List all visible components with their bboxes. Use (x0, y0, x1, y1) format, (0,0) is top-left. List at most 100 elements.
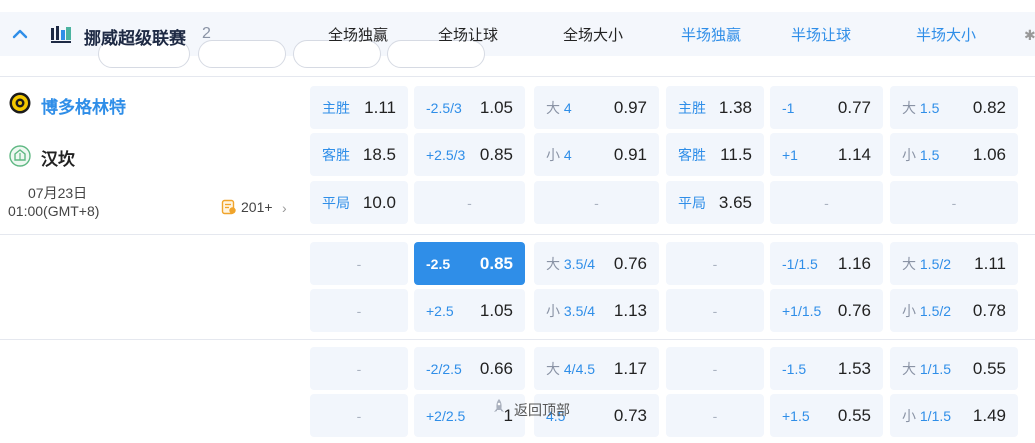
odds-cell-ht-over-under[interactable]: 小 1.5/2 0.78 (890, 289, 1018, 332)
col-header-ft-handicap: 全场让球 (437, 27, 498, 44)
odds-cell-ht-handicap[interactable]: +1.5 0.55 (770, 394, 883, 437)
over-under-marker: 大 (546, 360, 560, 377)
odds-cell-ft-1x2[interactable]: 客胜 18.5 (310, 133, 408, 176)
odds-value: 0.82 (972, 97, 1006, 117)
odds-value: 1.53 (837, 358, 871, 378)
odds-line-value: 1.5/2 (919, 255, 952, 272)
col-header-ht-1x2: 半场独赢 (680, 27, 741, 44)
odds-empty: - (712, 302, 718, 319)
odds-empty: - (712, 360, 718, 377)
odds-label: 平局 (678, 194, 706, 211)
odds-label: -1 (782, 99, 795, 116)
chevron-up-icon[interactable] (10, 24, 30, 44)
odds-cell-ht-over-under[interactable]: 大 1/1.5 0.55 (890, 347, 1018, 390)
away-team-name[interactable]: 汉坎 (41, 145, 75, 170)
odds-cell-ht-handicap[interactable]: +1 1.14 (770, 133, 883, 176)
match-time: 01:00(GMT+8) (8, 203, 100, 219)
over-under-marker: 小 (546, 146, 560, 163)
odds-line-label: 小 1/1.5 (902, 406, 951, 426)
odds-value: 3.65 (718, 192, 752, 212)
market-list-icon[interactable] (221, 199, 237, 215)
odds-line-value: 1.5 (919, 99, 940, 116)
odds-empty: - (467, 194, 472, 211)
odds-cell-ft-handicap[interactable]: -2.5/3 1.05 (414, 86, 525, 129)
odds-value: 0.97 (613, 97, 647, 117)
odds-line-label: 大 1.5 (902, 98, 939, 118)
odds-cell-ft-over-under[interactable]: 大 4 0.97 (534, 86, 659, 129)
odds-line-label: 大 4/4.5 (546, 359, 595, 379)
odds-cell-ft-over-under[interactable]: 小 3.5/4 1.13 (534, 289, 659, 332)
gear-icon[interactable]: ✱ (1024, 27, 1035, 44)
over-under-marker: 小 (902, 146, 916, 163)
match-date: 07月23日 (28, 185, 88, 201)
odds-empty: - (356, 360, 362, 377)
odds-value: 1.11 (974, 253, 1006, 273)
odds-cell-ht-1x2: - (666, 347, 764, 390)
odds-value: 1.05 (479, 97, 513, 117)
odds-label: -2.5/3 (426, 99, 462, 116)
odds-cell-ft-handicap[interactable]: +2.5 1.05 (414, 289, 525, 332)
odds-label: -1/1.5 (782, 255, 818, 272)
row-group-divider (0, 234, 1035, 235)
odds-cell-ft-1x2: - (310, 347, 408, 390)
home-team-name[interactable]: 博多格林特 (41, 93, 126, 118)
col-header-ft-1x2: 全场独赢 (327, 27, 388, 44)
odds-cell-ht-handicap[interactable]: -1 0.77 (770, 86, 883, 129)
odds-value: 0.85 (479, 253, 513, 273)
over-under-marker: 小 (546, 302, 560, 319)
odds-cell-ft-1x2[interactable]: 平局 10.0 (310, 181, 408, 224)
odds-cell-ht-handicap[interactable]: -1/1.5 1.16 (770, 242, 883, 285)
over-under-marker: 大 (902, 360, 916, 377)
odds-value: 1.14 (837, 144, 871, 164)
odds-line-label: 小 1.5 (902, 145, 939, 165)
haugesund-badge-icon (9, 145, 31, 167)
odds-label: +1 (782, 146, 798, 163)
odds-label: -2/2.5 (426, 360, 462, 377)
filter-pill[interactable] (198, 40, 286, 68)
odds-cell-ht-over-under[interactable]: 小 1/1.5 1.49 (890, 394, 1018, 437)
odds-cell-ht-over-under[interactable]: 大 1.5 0.82 (890, 86, 1018, 129)
odds-cell-ft-handicap[interactable]: -2.5 0.85 (414, 242, 525, 285)
col-header-ht-over-under: 半场大小 (915, 27, 976, 44)
odds-label: 主胜 (322, 99, 350, 116)
league-name[interactable]: 挪威超级联赛 (84, 24, 186, 49)
odds-cell-ht-over-under[interactable]: 大 1.5/2 1.11 (890, 242, 1018, 285)
odds-cell-ht-over-under: - (890, 181, 1018, 224)
odds-label: 平局 (322, 194, 350, 211)
odds-empty: - (712, 407, 718, 424)
odds-cell-ft-1x2[interactable]: 主胜 1.11 (310, 86, 408, 129)
league-match-count: 2 (202, 25, 211, 42)
odds-cell-ht-1x2[interactable]: 主胜 1.38 (666, 86, 764, 129)
more-markets-count[interactable]: 201+ (241, 199, 273, 215)
over-under-marker: 大 (546, 255, 560, 272)
odds-cell-ft-over-under[interactable]: 大 3.5/4 0.76 (534, 242, 659, 285)
odds-value: 1.17 (613, 358, 647, 378)
odds-cell-ft-handicap[interactable]: -2/2.5 0.66 (414, 347, 525, 390)
odds-line-label: 小 1.5/2 (902, 301, 951, 321)
odds-cell-ft-over-under[interactable]: 大 4/4.5 1.17 (534, 347, 659, 390)
odds-value: 0.78 (972, 300, 1006, 320)
odds-value: 1.16 (837, 253, 871, 273)
odds-cell-ft-over-under[interactable]: 小 4 0.91 (534, 133, 659, 176)
odds-label: 客胜 (322, 146, 350, 163)
odds-empty: - (356, 302, 362, 319)
odds-value: 0.91 (613, 144, 647, 164)
odds-value: 1.49 (972, 405, 1006, 425)
odds-cell-ht-1x2[interactable]: 客胜 11.5 (666, 133, 764, 176)
odds-cell-ht-handicap[interactable]: +1/1.5 0.76 (770, 289, 883, 332)
odds-value: 0.66 (479, 358, 513, 378)
odds-cell-ft-handicap[interactable]: +2/2.5 1 (414, 394, 525, 437)
odds-label: +2.5 (426, 302, 454, 319)
odds-value: 1.38 (718, 97, 752, 117)
odds-label: -2.5 (426, 255, 451, 272)
odds-line-label: 大 4 (546, 98, 572, 118)
odds-cell-ht-handicap[interactable]: -1.5 1.53 (770, 347, 883, 390)
odds-cell-ht-over-under[interactable]: 小 1.5 1.06 (890, 133, 1018, 176)
odds-cell-ht-1x2[interactable]: 平局 3.65 (666, 181, 764, 224)
odds-cell-ft-handicap[interactable]: +2.5/3 0.85 (414, 133, 525, 176)
odds-empty: - (356, 255, 362, 272)
odds-value: 0.76 (837, 300, 871, 320)
odds-value: 0.77 (837, 97, 871, 117)
col-header-ft-over-under: 全场大小 (562, 27, 623, 44)
chevron-right-icon[interactable]: › (282, 200, 287, 216)
